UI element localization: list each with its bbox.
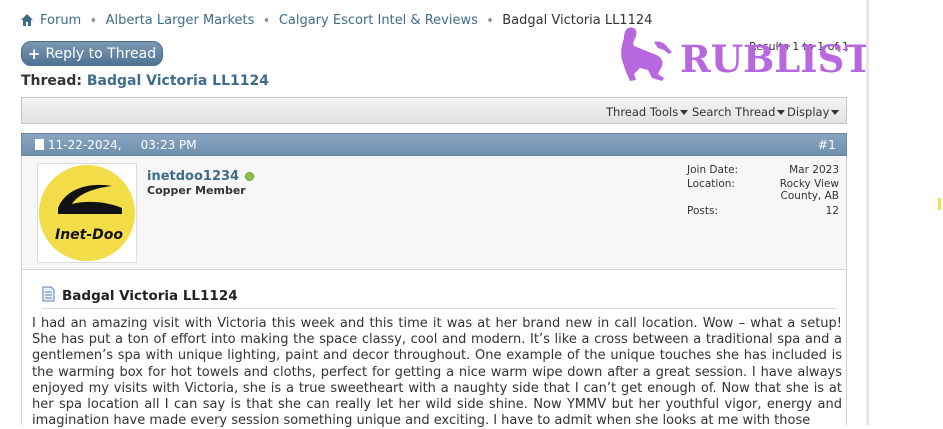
silhouette-icon [621, 27, 672, 81]
thread-title-prefix: Thread: [21, 73, 82, 89]
breadcrumb-separator-icon: ➧ [262, 14, 271, 26]
plus-icon: + [27, 44, 41, 63]
join-date-value: Mar 2023 [789, 164, 839, 176]
thread-toolbar: Thread Tools Search Thread Display [21, 97, 847, 124]
location-label: Location: [687, 178, 735, 190]
dropdown-arrow-icon [680, 110, 689, 115]
home-icon[interactable] [20, 13, 34, 27]
display-menu[interactable]: Display [787, 105, 840, 119]
post-date-value: 11-22-2024, [48, 138, 122, 152]
post-number[interactable]: #1 [818, 137, 836, 152]
search-thread-menu[interactable]: Search Thread [692, 105, 786, 119]
post-time: 03:23 PM [140, 138, 197, 152]
breadcrumb-alberta-larger-markets[interactable]: Alberta Larger Markets [106, 13, 255, 28]
thread-title-link[interactable]: Badgal Victoria LL1124 [87, 73, 269, 89]
breadcrumb: Forum ➧ Alberta Larger Markets ➧ Calgary… [20, 10, 652, 30]
avatar[interactable]: Inet-Doo [37, 163, 137, 263]
display-label: Display [787, 105, 830, 119]
post-title: Badgal Victoria LL1124 [62, 288, 238, 304]
avatar-image: Inet-Doo [39, 165, 135, 261]
post-body: Badgal Victoria LL1124 I had an amazing … [21, 270, 847, 428]
location-value: Rocky View County, AB [779, 178, 839, 202]
reply-to-thread-button[interactable]: + Reply to Thread [21, 41, 163, 66]
search-thread-label: Search Thread [692, 105, 776, 119]
forum-page: Forum ➧ Alberta Larger Markets ➧ Calgary… [0, 0, 943, 428]
dropdown-arrow-icon [831, 110, 840, 115]
thread-tools-label: Thread Tools [606, 105, 679, 119]
post-message: I had an amazing visit with Victoria thi… [32, 316, 842, 429]
right-margin [869, 0, 943, 425]
online-status-icon [245, 172, 255, 181]
join-date-label: Join Date: [687, 164, 739, 176]
post-title-row: Badgal Victoria LL1124 [42, 286, 837, 309]
posts-label: Posts: [687, 205, 718, 217]
thread-title: Thread: Badgal Victoria LL1124 [21, 73, 269, 89]
side-marker [938, 198, 941, 210]
avatar-text: Inet-Doo [55, 227, 123, 243]
breadcrumb-separator-icon: ➧ [485, 14, 495, 26]
post-date-icon [35, 139, 44, 150]
username-text[interactable]: inetdoo1234 [147, 169, 239, 184]
reply-button-label: Reply to Thread [45, 45, 157, 62]
posts-value: 12 [825, 205, 839, 217]
post-header: 11-22-2024, 03:23 PM #1 [21, 133, 847, 156]
user-title: Copper Member [147, 184, 246, 197]
document-icon [42, 286, 55, 302]
breadcrumb-forum[interactable]: Forum [40, 13, 81, 28]
breadcrumb-calgary-intel[interactable]: Calgary Escort Intel & Reviews [279, 13, 478, 28]
rublist-logo[interactable]: RUBLIST.COM [614, 24, 943, 84]
breadcrumb-separator-icon: ➧ [89, 14, 98, 26]
user-info: Inet-Doo inetdoo1234 Copper Member Join … [21, 156, 847, 270]
post-date: 11-22-2024, 03:23 PM [48, 138, 197, 152]
post-username[interactable]: inetdoo1234 [147, 169, 255, 184]
thread-tools-menu[interactable]: Thread Tools [606, 105, 689, 119]
dropdown-arrow-icon [777, 110, 786, 115]
